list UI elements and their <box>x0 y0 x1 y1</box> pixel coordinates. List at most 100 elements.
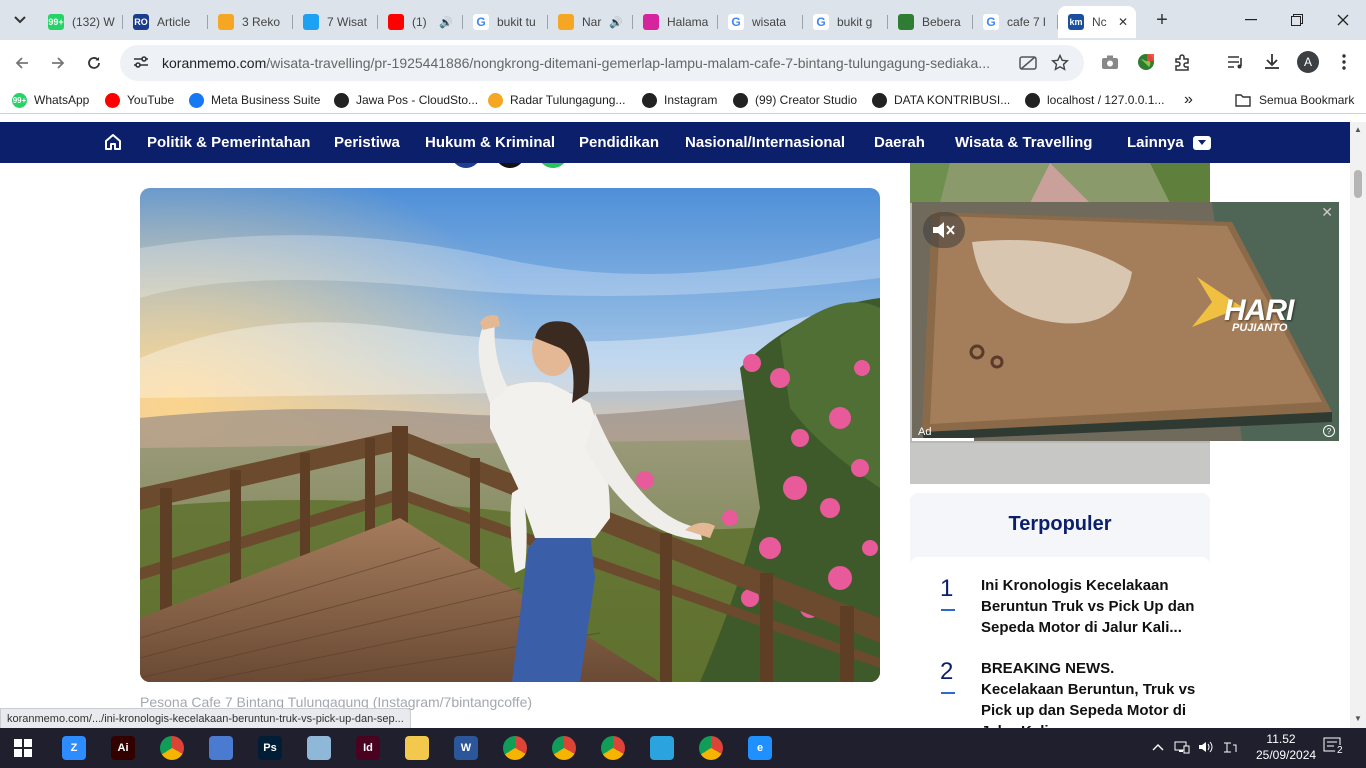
chrome-icon[interactable] <box>160 736 184 760</box>
nav-hukum[interactable]: Hukum & Kriminal <box>425 122 555 163</box>
scroll-up-arrow-icon[interactable]: ▲ <box>1354 125 1362 134</box>
bookmark-label: localhost / 127.0.0.1... <box>1047 93 1165 107</box>
popular-item[interactable]: 2 BREAKING NEWS. Kecelakaan Beruntun, Tr… <box>910 648 1210 728</box>
browser-tab[interactable]: Halama <box>633 6 718 38</box>
close-window-button[interactable] <box>1320 0 1366 40</box>
ad-mute-button[interactable] <box>923 212 965 248</box>
popular-headline[interactable]: BREAKING NEWS. Kecelakaan Beruntun, Truk… <box>981 658 1201 728</box>
telegram-icon[interactable] <box>650 736 674 760</box>
browser-tab[interactable]: Nar 🔊 <box>548 6 633 38</box>
globe-icon <box>872 92 887 108</box>
language-icon[interactable] <box>1222 740 1238 757</box>
bookmark-item[interactable]: Jawa Pos - CloudSto... <box>334 91 478 109</box>
nav-politik[interactable]: Politik & Pemerintahan <box>147 122 310 163</box>
address-bar[interactable]: koranmemo.com/wisata-travelling/pr-19254… <box>120 45 1084 81</box>
system-clock[interactable]: 11.52 25/09/2024 <box>1256 731 1316 763</box>
notification-center-button[interactable]: 2 <box>1323 737 1345 760</box>
meta-icon <box>189 92 204 108</box>
scrollbar-thumb[interactable] <box>1354 170 1362 198</box>
illustrator-icon[interactable]: Ai <box>111 736 135 760</box>
bookmark-star-button[interactable] <box>1050 53 1070 73</box>
browser-tab[interactable]: Bebera <box>888 6 973 38</box>
page-scrollbar[interactable]: ▲ ▼ <box>1350 122 1366 728</box>
tab-search-button[interactable] <box>8 8 32 32</box>
bookmark-label: Instagram <box>664 93 718 107</box>
chrome-profile-icon[interactable] <box>552 736 576 760</box>
nav-daerah[interactable]: Daerah <box>874 122 925 163</box>
bookmark-item[interactable]: Instagram <box>642 91 717 109</box>
browser-tab[interactable]: 99+ (132) W <box>38 6 123 38</box>
browser-tab[interactable]: (1) 🔊 <box>378 6 463 38</box>
site-info-icon[interactable] <box>130 55 152 72</box>
browser-tab[interactable]: RO Article <box>123 6 208 38</box>
all-bookmarks-button[interactable]: Semua Bookmark <box>1235 91 1354 109</box>
ad-close-button[interactable]: ✕ <box>1321 204 1333 221</box>
tab-list: 99+ (132) W RO Article 3 Reko 7 Wisat (1) 🔊 Gbuk… <box>38 4 1136 40</box>
bookmark-item[interactable]: localhost / 127.0.0.1... <box>1025 91 1164 109</box>
tab-audio-icon[interactable]: 🔊 <box>439 16 453 29</box>
network-glyph <box>1174 741 1190 754</box>
reload-button[interactable] <box>82 51 106 75</box>
tray-overflow-icon[interactable] <box>1152 740 1164 754</box>
chrome-menu-button[interactable] <box>1333 51 1355 73</box>
browser-tab[interactable]: 7 Wisat <box>293 6 378 38</box>
extensions-button[interactable] <box>1171 51 1193 73</box>
tab-audio-icon[interactable]: 🔊 <box>609 16 623 29</box>
ad-help-icon[interactable]: ? <box>1323 425 1335 437</box>
nav-wisata[interactable]: Wisata & Travelling <box>955 122 1092 163</box>
bookmarks-overflow-button[interactable]: » <box>1184 91 1193 109</box>
photoshop-icon[interactable]: Ps <box>258 736 282 760</box>
browser-tab[interactable]: Gcafe 7 l <box>973 6 1058 38</box>
browser-tab[interactable]: 3 Reko <box>208 6 293 38</box>
scroll-down-arrow-icon[interactable]: ▼ <box>1354 714 1362 723</box>
extension-globe-icon[interactable] <box>1135 51 1157 73</box>
tab-title: (1) <box>412 15 427 29</box>
chrome-profile-icon[interactable] <box>601 736 625 760</box>
volume-icon[interactable] <box>1198 740 1214 757</box>
video-ad[interactable]: HARI PUJIANTO ✕ Ad ? <box>912 202 1339 441</box>
file-explorer-icon[interactable] <box>405 736 429 760</box>
ad-progress-bar <box>912 438 974 441</box>
restore-button[interactable] <box>1274 0 1320 40</box>
home-link[interactable] <box>103 132 123 152</box>
nav-nasional[interactable]: Nasional/Internasional <box>685 122 845 163</box>
back-button[interactable] <box>10 51 34 75</box>
nav-lainnya[interactable]: Lainnya <box>1127 122 1211 163</box>
nav-peristiwa[interactable]: Peristiwa <box>334 122 400 163</box>
profile-avatar[interactable]: A <box>1297 51 1319 73</box>
media-control-button[interactable] <box>1225 51 1247 73</box>
zoom-icon[interactable]: Z <box>62 736 86 760</box>
bookmark-item[interactable]: Radar Tulungagung... <box>488 91 625 109</box>
nav-pendidikan[interactable]: Pendidikan <box>579 122 659 163</box>
downloads-button[interactable] <box>1261 51 1283 73</box>
edge-icon[interactable]: e <box>748 736 772 760</box>
bookmark-item[interactable]: Meta Business Suite <box>189 91 320 109</box>
minimize-button[interactable] <box>1228 0 1274 40</box>
tab-title: Article <box>157 15 191 29</box>
tab-close-icon[interactable]: ✕ <box>1118 15 1128 29</box>
start-button[interactable] <box>14 739 32 757</box>
tracking-blocked-icon[interactable] <box>1018 53 1038 73</box>
network-icon[interactable] <box>1174 740 1190 757</box>
forward-button[interactable] <box>46 51 70 75</box>
bookmark-item[interactable]: 99+ WhatsApp <box>12 91 89 109</box>
word-icon[interactable]: W <box>454 736 478 760</box>
notepad-icon[interactable] <box>307 736 331 760</box>
browser-tab[interactable]: km Nc ✕ <box>1058 6 1136 38</box>
remote-desktop-icon[interactable] <box>209 736 233 760</box>
browser-tab[interactable]: Gbukit g <box>803 6 888 38</box>
bookmark-item[interactable]: (99) Creator Studio <box>733 91 857 109</box>
popular-headline[interactable]: Ini Kronologis Kecelakaan Beruntun Truk … <box>981 575 1201 638</box>
chrome-profile-icon[interactable] <box>503 736 527 760</box>
popular-item[interactable]: 1 Ini Kronologis Kecelakaan Beruntun Tru… <box>910 565 1210 645</box>
bookmark-item[interactable]: DATA KONTRIBUSI... <box>872 91 1010 109</box>
browser-tab[interactable]: Gwisata <box>718 6 803 38</box>
new-tab-button[interactable]: + <box>1150 8 1174 32</box>
indesign-icon[interactable]: Id <box>356 736 380 760</box>
chrome-profile-icon[interactable] <box>699 736 723 760</box>
cafe-terrace-photo <box>140 188 880 682</box>
browser-tab[interactable]: Gbukit tu <box>463 6 548 38</box>
bookmark-item[interactable]: YouTube <box>105 91 174 109</box>
camera-icon[interactable] <box>1099 51 1121 73</box>
bookmark-label: DATA KONTRIBUSI... <box>894 93 1011 107</box>
